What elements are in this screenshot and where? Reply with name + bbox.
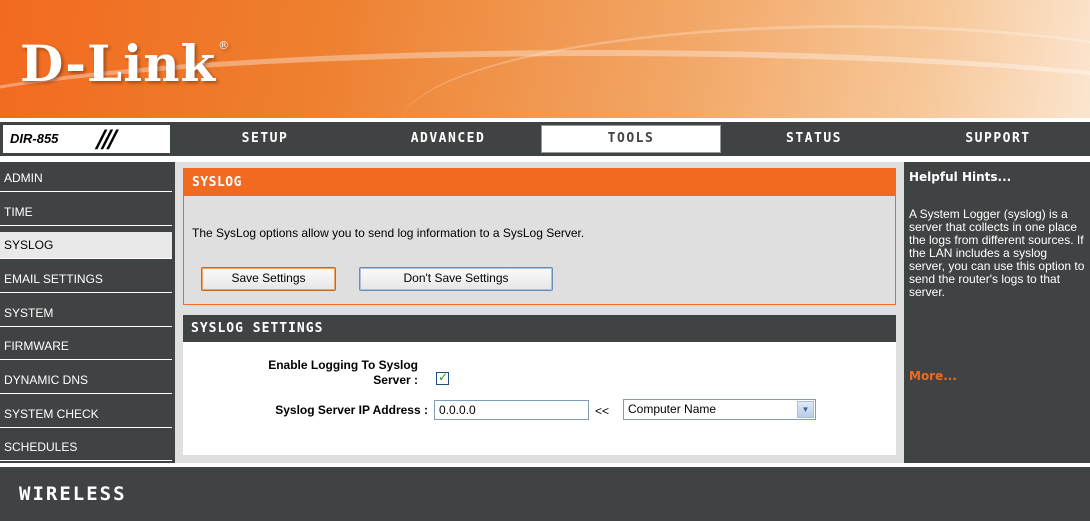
- enable-logging-checkbox[interactable]: ✓: [436, 370, 449, 385]
- computer-name-select[interactable]: Computer Name ▼: [623, 399, 816, 420]
- syslog-settings-title: SYSLOG SETTINGS: [183, 315, 896, 342]
- wireless-label: WIRELESS: [19, 483, 127, 505]
- footer: WIRELESS: [0, 467, 1090, 521]
- sidebar-item-dynamic-dns[interactable]: DYNAMIC DNS: [0, 367, 172, 394]
- sidebar-item-email-settings[interactable]: EMAIL SETTINGS: [0, 266, 172, 293]
- model-name: DIR-855: [10, 131, 59, 146]
- syslog-ip-input[interactable]: 0.0.0.0: [434, 400, 589, 420]
- syslog-settings-box: SYSLOG SETTINGS Enable Logging To Syslog…: [183, 315, 896, 455]
- enable-logging-label: Enable Logging To Syslog Server :: [231, 358, 418, 388]
- tab-setup[interactable]: SETUP: [176, 125, 354, 153]
- computer-name-select-value: Computer Name: [628, 402, 717, 416]
- dlink-logo: D-Link ®: [20, 34, 231, 93]
- tab-support[interactable]: SUPPORT: [906, 125, 1090, 153]
- tab-status[interactable]: STATUS: [725, 125, 903, 153]
- sidebar-item-firmware[interactable]: FIRMWARE: [0, 333, 172, 360]
- syslog-ip-label: Syslog Server IP Address :: [275, 403, 428, 417]
- more-link[interactable]: More...: [909, 369, 957, 383]
- hints-title: Helpful Hints...: [909, 170, 1012, 184]
- sidebar-item-admin[interactable]: ADMIN: [0, 165, 172, 192]
- model-badge: DIR-855 ///: [3, 125, 170, 153]
- check-mark-icon: ✓: [438, 370, 449, 384]
- enable-logging-label-line2: Server :: [373, 373, 418, 387]
- slash-graphic: ///: [97, 125, 117, 153]
- syslog-title: SYSLOG: [184, 169, 895, 196]
- copy-arrows: <<: [595, 404, 610, 418]
- header-banner: D-Link ®: [0, 0, 1090, 118]
- helpful-hints-panel: Helpful Hints... A System Logger (syslog…: [904, 162, 1090, 463]
- sidebar-item-time[interactable]: TIME: [0, 199, 172, 226]
- enable-logging-label-line1: Enable Logging To Syslog: [268, 358, 418, 372]
- syslog-box: SYSLOG The SysLog options allow you to s…: [183, 168, 896, 305]
- sidebar-item-syslog[interactable]: SYSLOG: [0, 232, 172, 259]
- top-nav: DIR-855 /// SETUP ADVANCED TOOLS STATUS …: [0, 122, 1090, 156]
- tab-advanced[interactable]: ADVANCED: [358, 125, 538, 153]
- registered-mark: ®: [218, 39, 231, 53]
- syslog-description: The SysLog options allow you to send log…: [192, 226, 585, 240]
- save-settings-button[interactable]: Save Settings: [201, 267, 336, 291]
- chevron-down-icon[interactable]: ▼: [797, 401, 814, 418]
- sidebar-item-schedules[interactable]: SCHEDULES: [0, 434, 172, 461]
- hints-text: A System Logger (syslog) is a server tha…: [909, 207, 1085, 299]
- main-content: SYSLOG The SysLog options allow you to s…: [175, 162, 904, 463]
- tab-tools[interactable]: TOOLS: [541, 125, 721, 153]
- banner-swoosh: [400, 25, 1090, 118]
- dont-save-settings-button[interactable]: Don't Save Settings: [359, 267, 553, 291]
- sidebar-item-system[interactable]: SYSTEM: [0, 300, 172, 327]
- logo-text: D-Link: [20, 34, 217, 93]
- sidebar: ADMIN TIME SYSLOG EMAIL SETTINGS SYSTEM …: [0, 162, 175, 463]
- sidebar-item-system-check[interactable]: SYSTEM CHECK: [0, 401, 172, 428]
